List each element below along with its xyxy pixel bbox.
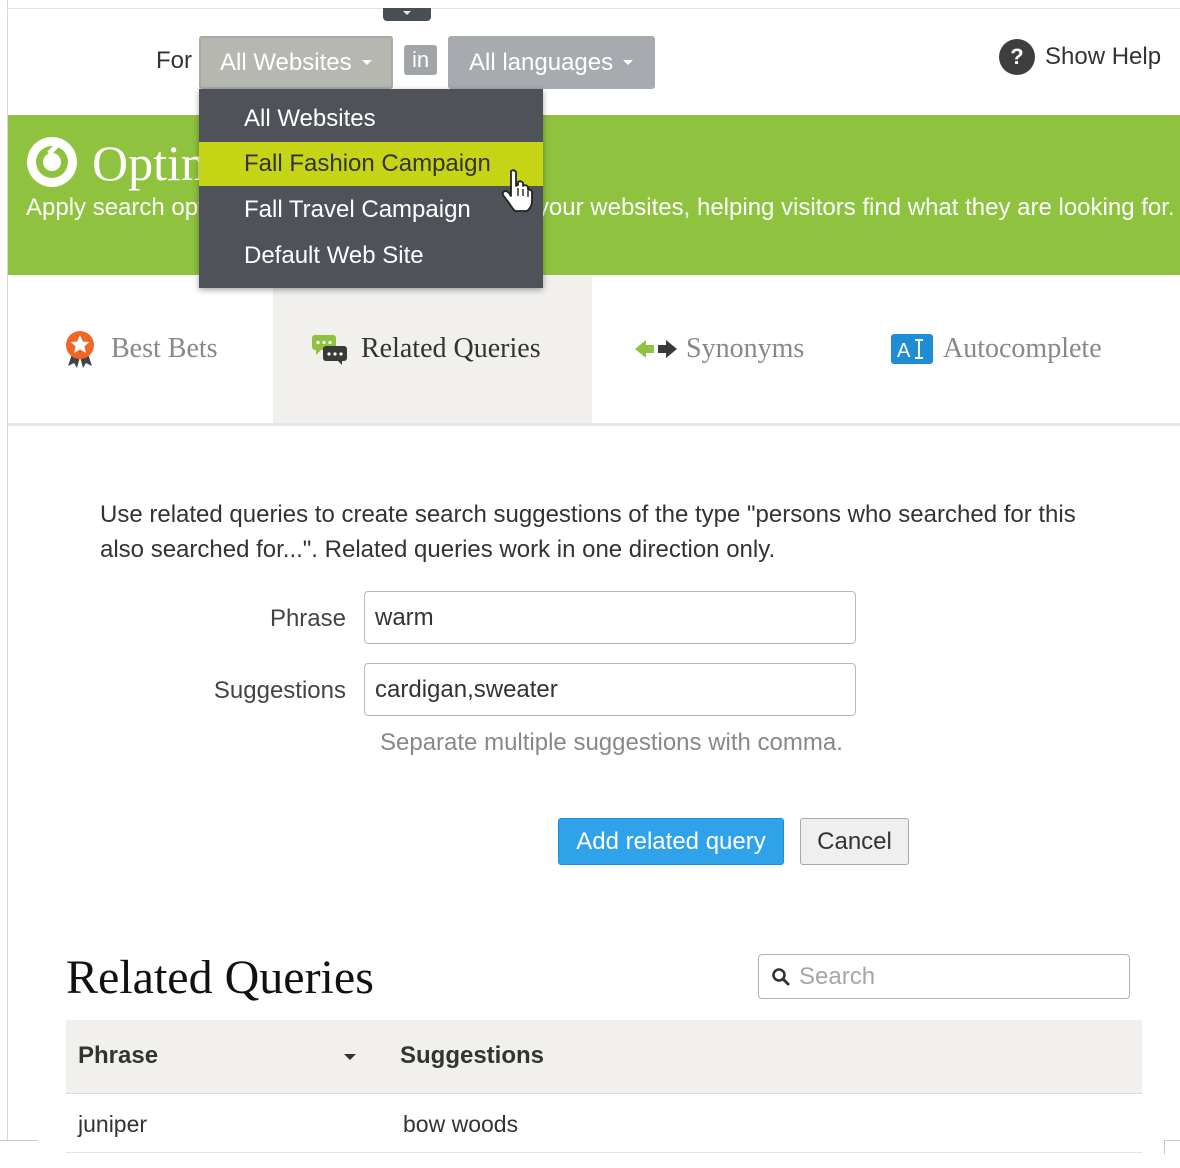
svg-text:A: A: [897, 340, 911, 362]
language-select[interactable]: All languages: [448, 36, 655, 89]
sort-down-icon[interactable]: [344, 1054, 356, 1060]
frame-border-top: [7, 8, 1180, 9]
row-phrase: juniper: [78, 1111, 148, 1137]
for-label: For: [156, 47, 192, 74]
add-related-query-button[interactable]: Add related query: [558, 818, 784, 865]
collapse-handle[interactable]: [383, 8, 431, 21]
search-box[interactable]: [758, 954, 1130, 999]
frame-bottom: [0, 1140, 1180, 1168]
tab-related-queries[interactable]: Related Queries: [273, 275, 592, 423]
show-help-label: Show Help: [1045, 43, 1162, 70]
search-icon: [772, 967, 790, 985]
caret-down-icon: [361, 60, 372, 65]
table-header: Phrase Suggestions: [66, 1020, 1142, 1094]
optimize-banner: Optimize Search Apply search optimizatio…: [8, 115, 1180, 275]
question-icon: ?: [999, 39, 1035, 75]
tab-synonyms[interactable]: Synonyms: [634, 275, 864, 423]
tab-best-bets-label: Best Bets: [111, 333, 218, 364]
text-cursor-icon: A: [891, 334, 933, 364]
tab-divider: [8, 423, 1180, 426]
menu-item-all-websites[interactable]: All Websites: [199, 97, 543, 141]
menu-item-fall-fashion-campaign[interactable]: Fall Fashion Campaign: [199, 142, 543, 186]
website-select-label: All Websites: [220, 48, 352, 76]
row-suggestions: bow woods: [403, 1111, 519, 1137]
phrase-input[interactable]: warm: [364, 591, 856, 644]
tab-autocomplete[interactable]: A Autocomplete: [891, 275, 1161, 423]
suggestions-hint: Separate multiple suggestions with comma…: [380, 729, 843, 756]
hand-pointer-icon: [501, 169, 533, 212]
chat-bubbles-icon: [312, 335, 347, 365]
feature-tabs: Best Bets Related Queries Synonyms A Aut…: [8, 275, 1180, 425]
tab-autocomplete-label: Autocomplete: [943, 333, 1102, 364]
tab-best-bets[interactable]: Best Bets: [63, 275, 273, 423]
tab-related-queries-label: Related Queries: [361, 333, 541, 364]
tab-synonyms-label: Synonyms: [686, 333, 805, 364]
suggestions-label: Suggestions: [213, 677, 346, 704]
section-title: Related Queries: [66, 951, 374, 1004]
website-select[interactable]: All Websites: [199, 36, 393, 89]
in-label: in: [404, 45, 437, 75]
language-select-label: All languages: [469, 48, 614, 76]
website-dropdown-menu: All Websites Fall Fashion Campaign Fall …: [199, 89, 543, 288]
menu-item-default-web-site[interactable]: Default Web Site: [199, 234, 543, 278]
column-suggestions[interactable]: Suggestions: [400, 1042, 544, 1070]
intro-text: Use related queries to create search sug…: [100, 501, 1076, 563]
cancel-button[interactable]: Cancel: [800, 818, 909, 865]
suggestions-input[interactable]: cardigan,sweater: [364, 663, 856, 716]
badge-star-icon: [66, 331, 94, 368]
menu-item-fall-travel-campaign[interactable]: Fall Travel Campaign: [199, 188, 543, 232]
show-help-button[interactable]: ? Show Help: [999, 39, 1161, 75]
phrase-label: Phrase: [269, 605, 346, 632]
arrows-left-right-icon: [635, 340, 677, 358]
column-phrase[interactable]: Phrase: [78, 1042, 158, 1070]
search-input[interactable]: [797, 961, 1117, 992]
caret-down-icon: [623, 60, 634, 65]
gauge-icon: [27, 137, 77, 187]
